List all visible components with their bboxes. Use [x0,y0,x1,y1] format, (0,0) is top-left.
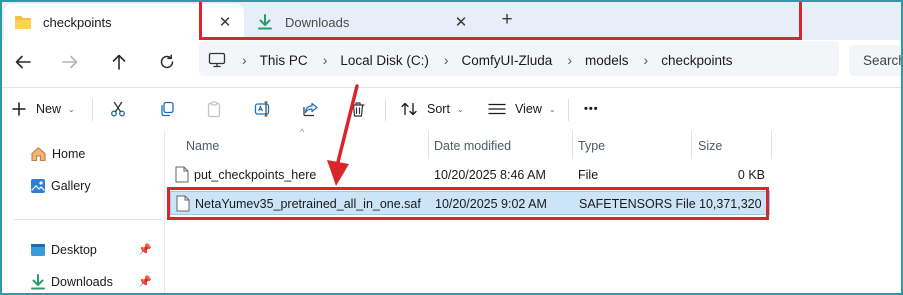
file-name: put_checkpoints_here [194,168,317,182]
up-arrow-icon[interactable] [106,49,132,75]
share-button[interactable] [302,96,319,122]
chevron-down-icon: ⌄ [548,104,556,114]
column-header-name[interactable]: Name [186,139,219,155]
sidebar-item-label: Gallery [51,179,91,193]
divider [385,99,386,121]
column-header-date[interactable]: Date modified [434,139,511,155]
sidebar-item-label: Home [52,147,86,161]
column-header-size[interactable]: Size [698,139,722,155]
breadcrumb-this-pc[interactable]: This PC [260,53,308,68]
sidebar-item-downloads[interactable]: Downloads [30,271,113,293]
gallery-icon [31,179,45,193]
file-date: 10/20/2025 8:46 AM [434,168,546,182]
view-button[interactable]: View ⌄ [488,96,556,122]
column-divider[interactable] [691,131,692,159]
table-row[interactable]: put_checkpoints_here 10/20/2025 8:46 AM … [170,163,770,187]
desktop-icon [31,244,45,256]
column-header-type[interactable]: Type [578,139,605,155]
file-annotation-box [167,187,769,220]
divider [568,99,569,121]
refresh-icon[interactable] [154,49,180,75]
column-divider[interactable] [572,131,573,159]
breadcrumb-checkpoints[interactable]: checkpoints [661,53,732,68]
breadcrumb-local-disk[interactable]: Local Disk (C:) [340,53,429,68]
breadcrumb-separator-icon[interactable]: › [644,52,649,68]
breadcrumb-separator-icon[interactable]: › [242,52,247,68]
breadcrumb-separator-icon[interactable]: › [323,52,328,68]
rename-icon [254,101,270,117]
sidebar-item-gallery[interactable]: Gallery [30,175,91,197]
address-row: › This PC › Local Disk (C:) › ComfyUI-Zl… [0,40,903,83]
home-icon [31,147,46,162]
more-options-button[interactable]: ••• [584,96,599,122]
divider [92,99,93,121]
download-arrow-icon [31,274,45,290]
plus-icon [12,102,26,116]
chevron-down-icon: ⌄ [68,104,75,114]
sort-ascending-icon: ^ [300,127,305,137]
new-label: New [36,102,62,116]
breadcrumb-separator-icon[interactable]: › [444,52,449,68]
breadcrumb-models[interactable]: models [585,53,629,68]
file-size: 0 KB [737,168,765,182]
search-input[interactable]: Search [849,45,903,76]
file-type: File [578,168,599,182]
tab-title: checkpoints [43,14,112,30]
copy-button[interactable] [159,96,175,122]
computer-icon[interactable] [207,51,227,69]
sidebar-item-label: Downloads [51,275,113,289]
breadcrumb: › This PC › Local Disk (C:) › ComfyUI-Zl… [207,49,733,71]
more-dots-icon: ••• [584,103,599,115]
pin-icon[interactable]: 📌 [138,275,152,288]
breadcrumb-separator-icon[interactable]: › [567,52,572,68]
divider [14,219,162,220]
column-divider[interactable] [428,131,429,159]
paste-button[interactable] [206,96,222,122]
trash-icon [351,101,365,117]
chevron-down-icon: ⌄ [456,104,464,114]
sort-label: Sort [427,102,450,116]
folder-icon [14,14,32,30]
view-label: View [515,102,542,116]
new-button[interactable]: New ⌄ [12,96,75,122]
sidebar-item-home[interactable]: Home [30,143,85,165]
rename-button[interactable] [254,96,272,122]
cut-button[interactable] [110,96,126,122]
scissors-icon [111,101,125,117]
command-bar: New ⌄ Sort ⌄ View ⌄ ••• [0,87,903,131]
pin-icon[interactable]: 📌 [138,243,152,256]
copy-icon [161,101,174,117]
breadcrumb-comfyui-zluda[interactable]: ComfyUI-Zluda [462,53,553,68]
clipboard-icon [207,100,221,117]
view-list-icon [488,103,506,115]
sidebar-item-label: Desktop [51,243,97,257]
delete-button[interactable] [350,96,366,122]
back-arrow-icon[interactable] [10,49,36,75]
navigation-pane: Home Gallery Desktop 📌 Downloads 📌 [0,131,165,295]
column-divider[interactable] [771,131,772,159]
file-icon [175,166,189,183]
share-icon [303,102,318,117]
sort-arrows-icon [401,102,417,116]
sidebar-item-desktop[interactable]: Desktop [30,239,97,261]
sort-button[interactable]: Sort ⌄ [401,96,464,122]
forward-arrow-icon[interactable] [57,49,83,75]
breadcrumb-annotation-box [199,0,802,40]
